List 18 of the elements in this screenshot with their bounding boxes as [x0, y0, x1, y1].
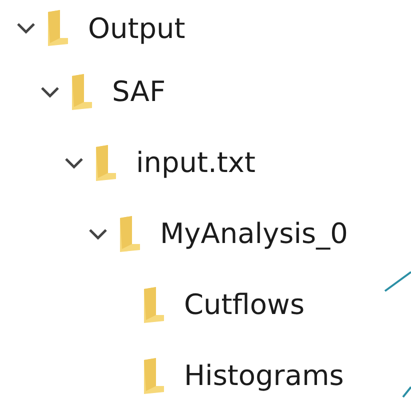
folder-label[interactable]: Cutflows	[184, 288, 305, 321]
folder-label[interactable]: SAF	[112, 75, 166, 108]
folder-label[interactable]: MyAnalysis_0	[160, 217, 348, 250]
folder-icon	[142, 286, 166, 322]
folder-label[interactable]: Output	[88, 12, 186, 44]
leader-line	[384, 270, 411, 292]
folder-label[interactable]: Histograms	[184, 359, 344, 392]
folder-icon	[118, 216, 142, 252]
chevron-icon[interactable]	[40, 86, 60, 98]
folder-icon	[70, 74, 94, 110]
folder-icon	[46, 10, 70, 46]
folder-icon	[142, 358, 166, 394]
chevron-icon[interactable]	[88, 228, 108, 240]
leader-line	[402, 386, 411, 398]
chevron-icon[interactable]	[64, 156, 84, 168]
folder-label[interactable]: input.txt	[136, 146, 256, 179]
chevron-icon[interactable]	[16, 22, 36, 34]
folder-icon	[94, 144, 118, 180]
